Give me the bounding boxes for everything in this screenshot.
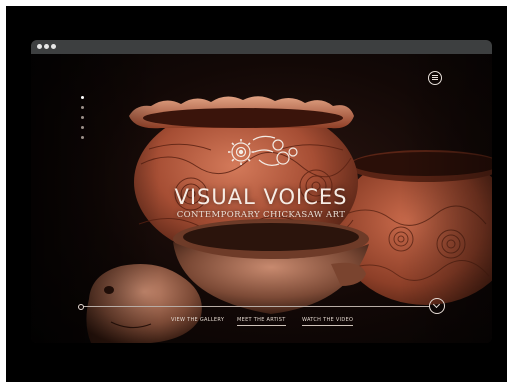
window-control-dot[interactable] [51, 44, 56, 49]
browser-window: VISUAL VOICES CONTEMPORARY CHICKASAW ART… [31, 40, 492, 343]
window-control-dot[interactable] [37, 44, 42, 49]
timeline-track[interactable] [80, 306, 430, 307]
section-nav-dot[interactable] [81, 106, 84, 109]
hero-section: VISUAL VOICES CONTEMPORARY CHICKASAW ART… [31, 54, 492, 343]
hamburger-menu-icon[interactable] [428, 71, 442, 85]
nav-link-video[interactable]: WATCH THE VIDEO [302, 317, 354, 326]
sun-spiral-emblem-icon [228, 135, 298, 166]
section-nav-dot[interactable] [81, 116, 84, 119]
section-nav-dot[interactable] [81, 126, 84, 129]
timeline-start-marker[interactable] [78, 304, 84, 310]
nav-link-gallery[interactable]: VIEW THE GALLERY [171, 317, 224, 325]
hero-subtitle: CONTEMPORARY CHICKASAW ART [176, 210, 346, 220]
window-control-dot[interactable] [44, 44, 49, 49]
browser-titlebar [31, 40, 492, 54]
hero-title: VISUAL VOICES [174, 185, 348, 209]
chevron-right-icon[interactable] [429, 298, 445, 314]
section-nav-dot[interactable] [81, 136, 84, 139]
nav-link-artist[interactable]: MEET THE ARTIST [237, 317, 286, 326]
section-nav-dot[interactable] [81, 96, 84, 99]
